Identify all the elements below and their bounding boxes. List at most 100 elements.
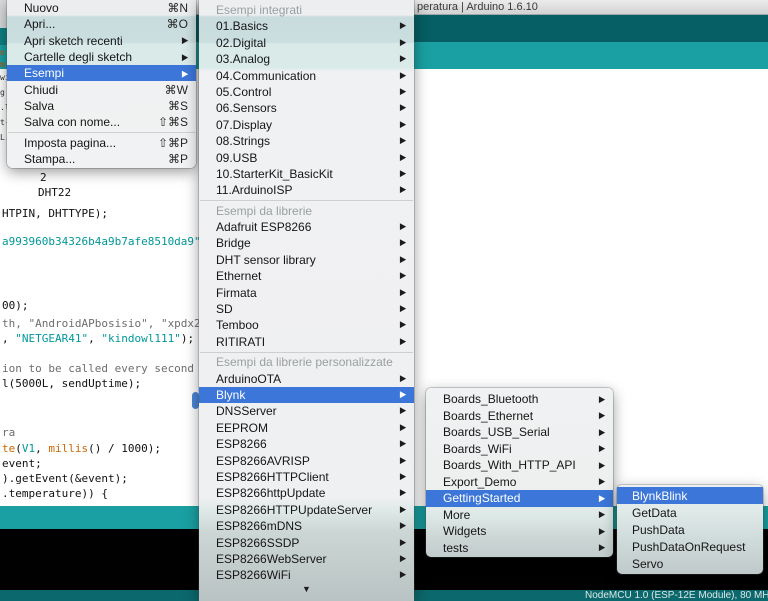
menu-item-09-usb[interactable]: 09.USB▶ bbox=[199, 150, 414, 166]
submenu-arrow-icon: ▶ bbox=[400, 50, 406, 68]
menu-item-esp8266wifi[interactable]: ESP8266WiFi▶ bbox=[199, 567, 414, 583]
submenu-arrow-icon: ▶ bbox=[400, 403, 406, 421]
menu-item-adafruit-esp8266[interactable]: Adafruit ESP8266▶ bbox=[199, 219, 414, 235]
menu-item-chiudi[interactable]: Chiudi⌘W bbox=[7, 81, 196, 97]
menu-item-salva-con-nome[interactable]: Salva con nome...⇧⌘S bbox=[7, 114, 196, 130]
menu-item-bridge[interactable]: Bridge▶ bbox=[199, 235, 414, 251]
menu-item-05-control[interactable]: 05.Control▶ bbox=[199, 84, 414, 100]
menu-item-boards-usb-serial[interactable]: Boards_USB_Serial▶ bbox=[426, 424, 613, 441]
menu-item-more[interactable]: More▶ bbox=[426, 507, 613, 524]
submenu-arrow-icon: ▶ bbox=[182, 52, 188, 62]
menu-section-header-librerie-personalizzate: Esempi da librerie personalizzate bbox=[199, 354, 414, 370]
code-line: ).getEvent(&event); bbox=[2, 472, 128, 485]
submenu-arrow-icon: ▶ bbox=[400, 317, 406, 335]
getting-started-submenu: BlynkBlink GetData PushData PushDataOnRe… bbox=[617, 485, 763, 574]
submenu-arrow-icon: ▶ bbox=[400, 100, 406, 118]
code-line: DHT22 bbox=[38, 186, 71, 199]
screenshot-root: { "window": { "title": "peratura | Ardui… bbox=[0, 0, 768, 601]
submenu-arrow-icon: ▶ bbox=[400, 235, 406, 253]
menu-item-nuovo[interactable]: Nuovo⌘N bbox=[7, 0, 196, 16]
menu-item-ritirati[interactable]: RITIRATI▶ bbox=[199, 334, 414, 350]
submenu-arrow-icon: ▶ bbox=[599, 543, 605, 553]
menu-item-eeprom[interactable]: EEPROM▶ bbox=[199, 420, 414, 436]
menu-item-export-demo[interactable]: Export_Demo▶ bbox=[426, 474, 613, 491]
menu-item-07-display[interactable]: 07.Display▶ bbox=[199, 117, 414, 133]
menu-item-apri-sketch-recenti[interactable]: Apri sketch recenti▶ bbox=[7, 33, 196, 49]
submenu-arrow-icon: ▶ bbox=[599, 394, 605, 404]
menu-item-08-strings[interactable]: 08.Strings▶ bbox=[199, 133, 414, 149]
menu-item-blynkblink[interactable]: BlynkBlink bbox=[617, 487, 763, 504]
menu-item-tests[interactable]: tests▶ bbox=[426, 540, 613, 557]
menu-item-boards-ethernet[interactable]: Boards_Ethernet▶ bbox=[426, 408, 613, 425]
code-line: ra bbox=[2, 426, 15, 439]
menu-item-imposta-pagina[interactable]: Imposta pagina...⇧⌘P bbox=[7, 134, 196, 150]
menu-item-boards-bluetooth[interactable]: Boards_Bluetooth▶ bbox=[426, 391, 613, 408]
menu-item-blynk[interactable]: Blynk▶ bbox=[199, 387, 414, 403]
submenu-arrow-icon: ▶ bbox=[400, 534, 406, 552]
clipped-text-fragment: o bbox=[0, 48, 5, 57]
menu-section-header-esempi-da-librerie: Esempi da librerie bbox=[199, 203, 414, 219]
menu-item-02-digital[interactable]: 02.Digital▶ bbox=[199, 35, 414, 51]
code-line: .temperature)) { bbox=[2, 487, 108, 500]
menu-item-salva[interactable]: Salva⌘S bbox=[7, 98, 196, 114]
code-line: te(V1, millis() / 1000); bbox=[2, 442, 161, 455]
code-line: event; bbox=[2, 457, 42, 470]
menu-item-03-analog[interactable]: 03.Analog▶ bbox=[199, 51, 414, 67]
menu-item-pushdata[interactable]: PushData bbox=[617, 521, 763, 538]
submenu-arrow-icon: ▶ bbox=[400, 149, 406, 167]
menu-item-11-arduinoisp[interactable]: 11.ArduinoISP▶ bbox=[199, 182, 414, 198]
menu-item-sd[interactable]: SD▶ bbox=[199, 301, 414, 317]
menu-item-boards-with-http-api[interactable]: Boards_With_HTTP_API▶ bbox=[426, 457, 613, 474]
scrollbar-thumb[interactable] bbox=[192, 392, 199, 409]
menu-item-esp8266httpupdateserver[interactable]: ESP8266HTTPUpdateServer▶ bbox=[199, 502, 414, 518]
menu-item-esp8266[interactable]: ESP8266▶ bbox=[199, 436, 414, 452]
menu-separator bbox=[199, 350, 414, 354]
submenu-arrow-icon: ▶ bbox=[400, 18, 406, 36]
menu-item-stampa[interactable]: Stampa...⌘P bbox=[7, 151, 196, 167]
clipped-text-fragment: m bbox=[0, 60, 5, 69]
clipped-text-fragment: g bbox=[0, 88, 5, 97]
menu-item-dht-sensor-library[interactable]: DHT sensor library▶ bbox=[199, 252, 414, 268]
menu-item-esp8266avrisp[interactable]: ESP8266AVRISP▶ bbox=[199, 453, 414, 469]
menu-item-dnsserver[interactable]: DNSServer▶ bbox=[199, 403, 414, 419]
board-info-text: NodeMCU 1.0 (ESP-12E Module), 80 MHz, 11… bbox=[585, 590, 768, 601]
menu-separator bbox=[199, 199, 414, 203]
menu-item-getdata[interactable]: GetData bbox=[617, 504, 763, 521]
menu-item-10-starterkit-basickit[interactable]: 10.StarterKit_BasicKit▶ bbox=[199, 166, 414, 182]
menu-item-boards-wifi[interactable]: Boards_WiFi▶ bbox=[426, 441, 613, 458]
submenu-arrow-icon: ▶ bbox=[182, 36, 188, 46]
menu-item-arduinoota[interactable]: ArduinoOTA▶ bbox=[199, 371, 414, 387]
menu-item-temboo[interactable]: Temboo▶ bbox=[199, 317, 414, 333]
menu-item-ethernet[interactable]: Ethernet▶ bbox=[199, 268, 414, 284]
submenu-arrow-icon: ▶ bbox=[400, 267, 406, 285]
menu-item-gettingstarted[interactable]: GettingStarted▶ bbox=[426, 490, 613, 507]
menu-item-04-communication[interactable]: 04.Communication▶ bbox=[199, 68, 414, 84]
menu-item-esp8266ssdp[interactable]: ESP8266SSDP▶ bbox=[199, 535, 414, 551]
menu-item-pushdataonrequest[interactable]: PushDataOnRequest bbox=[617, 538, 763, 555]
code-line: HTPIN, DHTTYPE); bbox=[2, 207, 108, 220]
menu-item-apri[interactable]: Apri...⌘O bbox=[7, 16, 196, 32]
menu-item-esp8266httpclient[interactable]: ESP8266HTTPClient▶ bbox=[199, 469, 414, 485]
menu-separator bbox=[7, 130, 196, 134]
scroll-down-icon: ▼ bbox=[302, 584, 311, 594]
menu-item-firmata[interactable]: Firmata▶ bbox=[199, 285, 414, 301]
submenu-arrow-icon: ▶ bbox=[182, 68, 188, 78]
menu-item-esp8266httpupdate[interactable]: ESP8266httpUpdate▶ bbox=[199, 485, 414, 501]
menu-item-01-basics[interactable]: 01.Basics▶ bbox=[199, 18, 414, 34]
menu-item-esp8266webserver[interactable]: ESP8266WebServer▶ bbox=[199, 551, 414, 567]
menu-item-06-sensors[interactable]: 06.Sensors▶ bbox=[199, 100, 414, 116]
menu-item-widgets[interactable]: Widgets▶ bbox=[426, 523, 613, 540]
submenu-arrow-icon: ▶ bbox=[400, 435, 406, 453]
submenu-arrow-icon: ▶ bbox=[599, 427, 605, 437]
menu-scroll-down-indicator[interactable]: ▼ bbox=[199, 584, 414, 596]
code-line: ion to be called every second bbox=[2, 362, 194, 375]
submenu-arrow-icon: ▶ bbox=[599, 510, 605, 520]
menu-section-header-esempi-integrati: Esempi integrati bbox=[199, 2, 414, 18]
menu-item-servo[interactable]: Servo bbox=[617, 555, 763, 572]
menu-item-cartelle-degli-sketch[interactable]: Cartelle degli sketch▶ bbox=[7, 49, 196, 65]
menu-item-esp8266mdns[interactable]: ESP8266mDNS▶ bbox=[199, 518, 414, 534]
menu-item-esempi[interactable]: Esempi▶ bbox=[7, 65, 196, 81]
examples-submenu: Esempi integrati 01.Basics▶ 02.Digital▶ … bbox=[199, 0, 414, 601]
submenu-arrow-icon: ▶ bbox=[400, 181, 406, 199]
submenu-arrow-icon: ▶ bbox=[599, 460, 605, 470]
